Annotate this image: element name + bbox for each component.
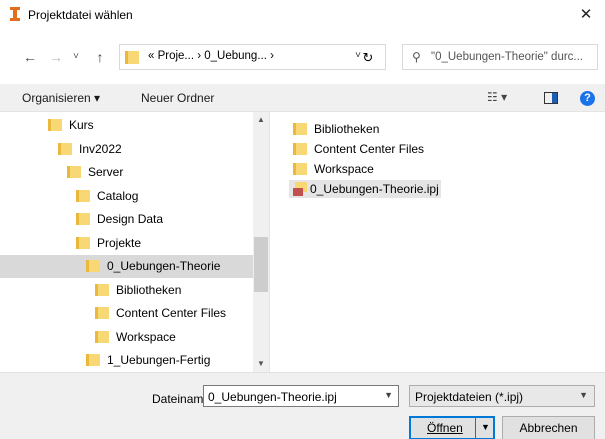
open-button-label: Öffnen: [427, 421, 463, 435]
search-box[interactable]: ⚲ "0_Uebungen-Theorie" durc...: [402, 44, 598, 70]
tree-item[interactable]: Catalog: [0, 185, 254, 208]
file-list[interactable]: Bibliotheken Content Center Files Workspac…: [271, 112, 605, 372]
scroll-down-arrow[interactable]: ▼: [253, 356, 269, 372]
tree-item-label: Design Data: [97, 212, 164, 226]
split-divider: [475, 418, 476, 438]
tree-item-label: Workspace: [116, 329, 176, 344]
help-icon[interactable]: ?: [580, 91, 595, 106]
tree-item[interactable]: Kurs: [0, 114, 254, 137]
filename-input[interactable]: 0_Uebungen-Theorie.ipj ▼: [203, 385, 399, 407]
close-button[interactable]: ✕: [567, 0, 605, 30]
tree-item-label: 1_Uebungen-Fertig: [107, 353, 211, 367]
forward-button[interactable]: →: [46, 47, 66, 67]
cancel-button[interactable]: Abbrechen: [502, 416, 595, 439]
file-list-item[interactable]: 0_Uebungen-Theorie.ipj: [289, 180, 441, 198]
file-list-item[interactable]: Bibliotheken: [289, 120, 449, 138]
tree-item[interactable]: Bibliotheken: [0, 279, 254, 302]
folder-icon: [76, 189, 90, 202]
search-input[interactable]: "0_Uebungen-Theorie" durc...: [431, 51, 595, 63]
open-options-arrow-icon[interactable]: ▼: [481, 422, 490, 432]
title-bar: Projektdatei wählen ✕: [0, 0, 605, 30]
bottom-panel: Dateiname: 0_Uebungen-Theorie.ipj ▼ Proj…: [0, 372, 605, 439]
folder-icon: [95, 283, 109, 296]
folder-icon: [125, 51, 139, 64]
folder-icon: [58, 142, 72, 155]
tree-scrollbar[interactable]: ▲ ▼: [253, 112, 269, 372]
file-item-label: 0_Uebungen-Theorie.ipj: [310, 182, 439, 196]
file-list-item[interactable]: Workspace: [289, 160, 449, 178]
folder-icon: [95, 330, 109, 343]
chevron-down-icon[interactable]: ▼: [384, 390, 393, 400]
scroll-thumb[interactable]: [254, 237, 268, 292]
search-icon: ⚲: [412, 50, 421, 64]
tree-item-label: Kurs: [69, 118, 94, 132]
filetype-select[interactable]: Projektdateien (*.ipj) ▼: [409, 385, 595, 407]
folder-icon: [86, 354, 100, 366]
folder-icon: [293, 143, 307, 155]
folder-icon: [86, 260, 100, 272]
tree-item-label: Inv2022: [79, 141, 122, 156]
view-options-button[interactable]: ☷ ▾: [487, 90, 507, 104]
tree-item[interactable]: Workspace: [0, 326, 254, 349]
address-path: « Proje... › 0_Uebung... ›: [148, 50, 274, 62]
back-button[interactable]: ←: [20, 47, 40, 67]
chevron-down-icon: ▼: [579, 390, 588, 400]
folder-icon: [76, 213, 90, 225]
refresh-button[interactable]: ↻: [351, 49, 385, 67]
organize-menu[interactable]: Organisieren ▾: [22, 91, 100, 105]
folder-icon: [48, 119, 62, 131]
tree-item[interactable]: Projekte: [0, 232, 254, 255]
folder-icon: [293, 123, 307, 135]
folder-icon: [67, 166, 81, 178]
navigation-bar: ← → ˅ ↑ « Proje... › 0_Uebung... › ˅ ↻ ⚲…: [0, 30, 605, 84]
navigation-tree[interactable]: Kurs Inv2022 Server Catalog Design Data Proje…: [0, 112, 270, 372]
tree-item-label: Projekte: [97, 235, 142, 250]
scroll-up-arrow[interactable]: ▲: [253, 112, 269, 128]
tree-item-label: Catalog: [97, 188, 139, 203]
tree-item-label: 0_Uebungen-Theorie: [107, 259, 221, 273]
filetype-value: Projektdateien (*.ipj): [415, 390, 524, 404]
address-bar[interactable]: « Proje... › 0_Uebung... › ˅ ↻: [119, 44, 386, 70]
window-title: Projektdatei wählen: [28, 8, 133, 22]
tree-item-label: Content Center Files: [116, 306, 227, 320]
ipj-file-icon: [293, 182, 307, 196]
file-list-item[interactable]: Content Center Files: [289, 140, 449, 158]
tree-item-label: Bibliotheken: [116, 282, 182, 297]
tree-item[interactable]: 0_Uebungen-Theorie: [0, 255, 254, 278]
file-item-label: Bibliotheken: [314, 122, 380, 136]
tree-item[interactable]: 1_Uebungen-Fertig: [0, 349, 254, 372]
tree-item[interactable]: Content Center Files: [0, 302, 254, 325]
file-item-label: Workspace: [314, 162, 374, 176]
folder-icon: [95, 307, 109, 319]
filename-value: 0_Uebungen-Theorie.ipj: [208, 390, 337, 404]
tree-item[interactable]: Design Data: [0, 208, 254, 231]
open-button[interactable]: Öffnen ▼: [409, 416, 495, 439]
file-item-label: Content Center Files: [314, 142, 425, 156]
folder-icon: [76, 236, 90, 249]
recent-locations-button[interactable]: ˅: [66, 47, 86, 67]
inventor-app-icon: [10, 7, 20, 21]
command-toolbar: Organisieren ▾ Neuer Ordner ☷ ▾ ?: [0, 84, 605, 112]
tree-item-label: Server: [88, 165, 124, 179]
folder-icon: [293, 163, 307, 175]
new-folder-button[interactable]: Neuer Ordner: [141, 91, 214, 105]
up-button[interactable]: ↑: [90, 47, 110, 67]
tree-item[interactable]: Server: [0, 161, 254, 184]
cancel-button-label: Abbrechen: [519, 421, 578, 435]
preview-pane-icon[interactable]: [544, 92, 558, 104]
tree-item[interactable]: Inv2022: [0, 138, 254, 161]
